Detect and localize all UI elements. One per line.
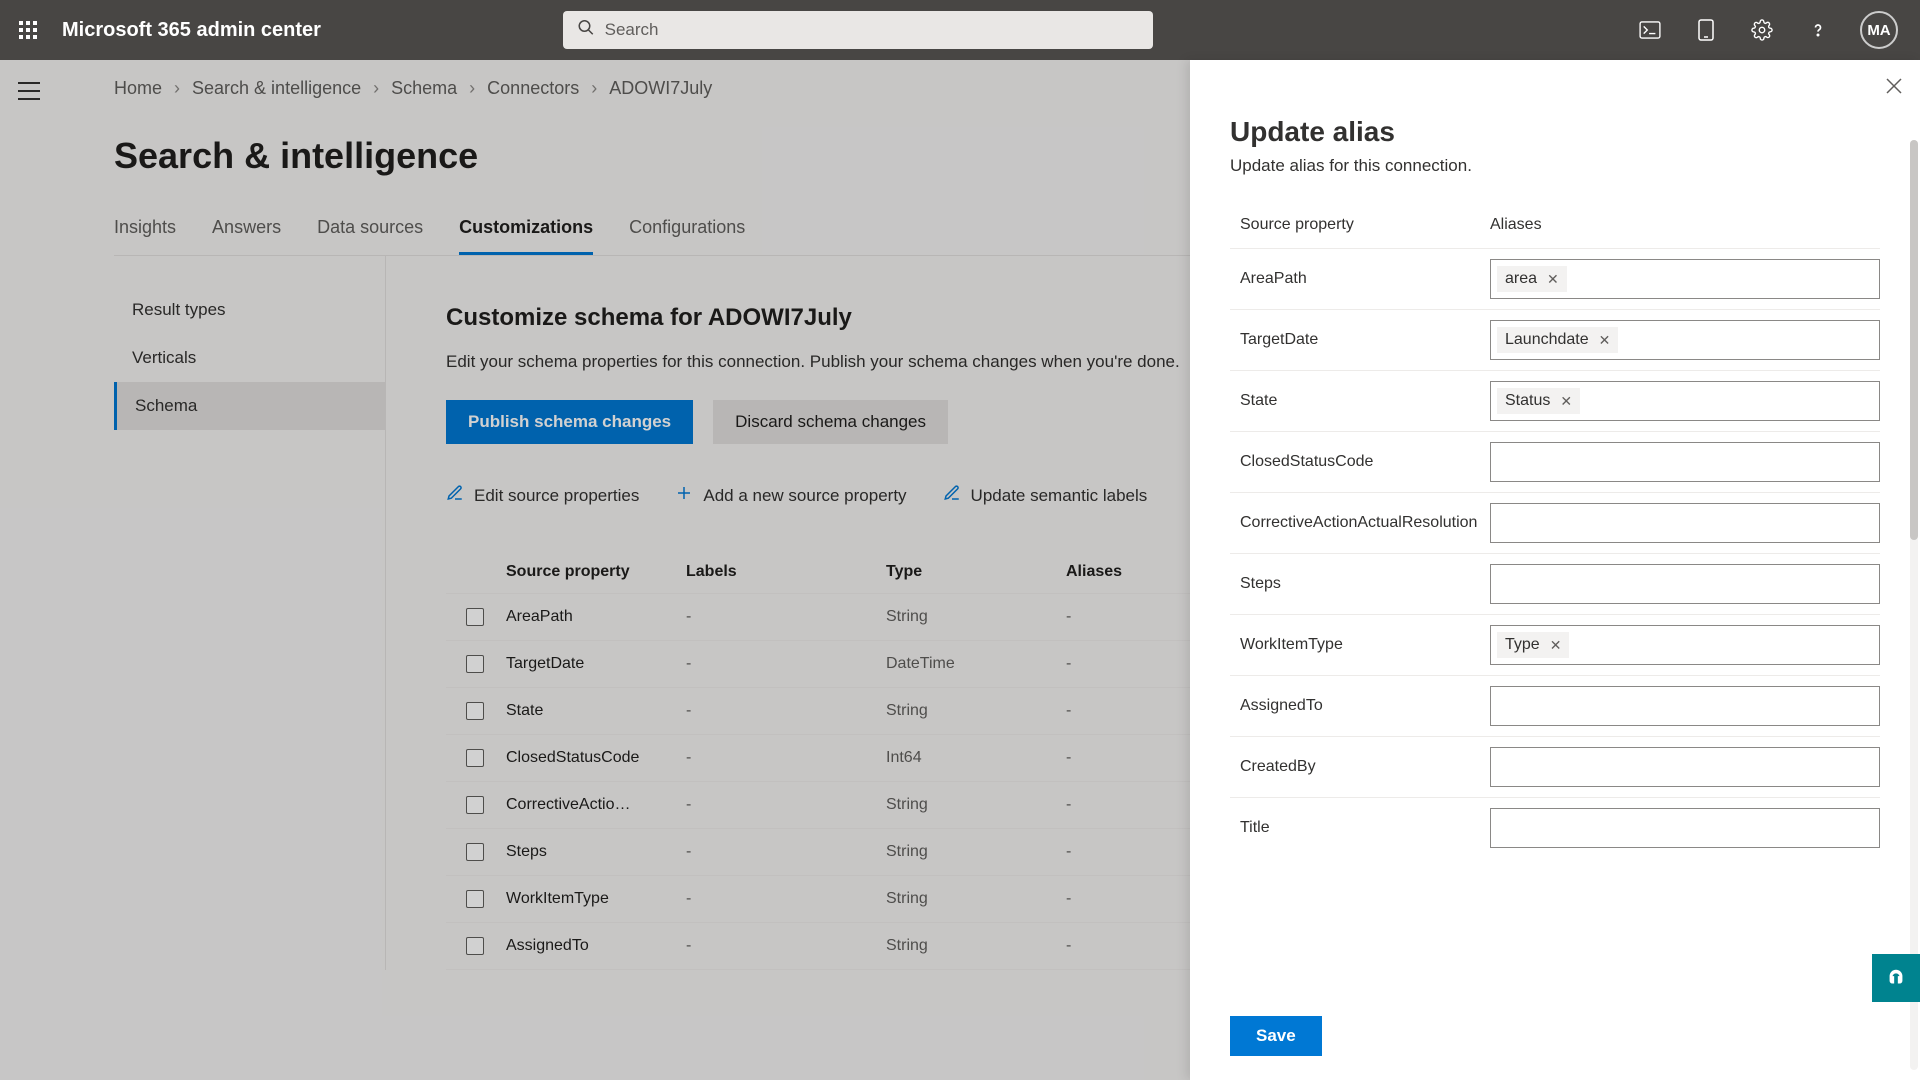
alias-prop: TargetDate [1240, 331, 1490, 349]
alias-input[interactable] [1490, 686, 1880, 726]
topbar-right: MA [1636, 11, 1908, 49]
alias-input[interactable]: Launchdate✕ [1490, 320, 1880, 360]
alias-prop: CreatedBy [1240, 758, 1490, 776]
alias-row: AssignedTo [1230, 675, 1880, 736]
alias-tag: Launchdate✕ [1497, 327, 1618, 353]
search-input[interactable] [563, 11, 1153, 49]
alias-tag: area✕ [1497, 266, 1567, 292]
alias-table-header: Source property Aliases [1230, 216, 1880, 248]
app-title: Microsoft 365 admin center [62, 19, 321, 42]
alias-input[interactable]: Type✕ [1490, 625, 1880, 665]
alias-prop: WorkItemType [1240, 636, 1490, 654]
save-button[interactable]: Save [1230, 1016, 1322, 1056]
help-icon[interactable] [1804, 16, 1832, 44]
alias-col-aliases: Aliases [1490, 216, 1880, 234]
alias-input[interactable] [1490, 564, 1880, 604]
alias-input[interactable] [1490, 808, 1880, 848]
alias-row: TargetDate Launchdate✕ [1230, 309, 1880, 370]
panel-subtitle: Update alias for this connection. [1230, 156, 1880, 176]
mobile-icon[interactable] [1692, 16, 1720, 44]
alias-row: Steps [1230, 553, 1880, 614]
alias-input[interactable] [1490, 747, 1880, 787]
alias-prop: AreaPath [1240, 270, 1490, 288]
alias-prop: State [1240, 392, 1490, 410]
page: Home › Search & intelligence › Schema › … [0, 60, 1920, 1080]
shell-icon[interactable] [1636, 16, 1664, 44]
alias-prop: CorrectiveActionActualResolution [1240, 514, 1490, 532]
panel-footer: Save [1190, 1000, 1920, 1080]
alias-row: State Status✕ [1230, 370, 1880, 431]
alias-row: AreaPath area✕ [1230, 248, 1880, 309]
alias-input[interactable] [1490, 442, 1880, 482]
avatar[interactable]: MA [1860, 11, 1898, 49]
alias-row: CreatedBy [1230, 736, 1880, 797]
side-panel: Update alias Update alias for this conne… [1190, 60, 1920, 1080]
help-fab[interactable] [1872, 954, 1920, 1002]
alias-prop: ClosedStatusCode [1240, 453, 1490, 471]
alias-prop: Steps [1240, 575, 1490, 593]
search-icon [577, 19, 595, 42]
topbar: Microsoft 365 admin center MA [0, 0, 1920, 60]
alias-row: ClosedStatusCode [1230, 431, 1880, 492]
app-launcher-icon[interactable] [12, 14, 44, 46]
search-wrap [563, 11, 1153, 49]
alias-row: Title [1230, 797, 1880, 858]
remove-tag-icon[interactable]: ✕ [1560, 393, 1572, 410]
close-icon[interactable] [1886, 78, 1902, 99]
alias-tag: Status✕ [1497, 388, 1580, 414]
scrollbar[interactable] [1910, 140, 1918, 1070]
alias-input[interactable] [1490, 503, 1880, 543]
alias-tag: Type✕ [1497, 632, 1569, 658]
alias-input[interactable]: Status✕ [1490, 381, 1880, 421]
alias-prop: AssignedTo [1240, 697, 1490, 715]
remove-tag-icon[interactable]: ✕ [1599, 332, 1611, 349]
alias-col-source: Source property [1240, 216, 1490, 234]
alias-row: CorrectiveActionActualResolution [1230, 492, 1880, 553]
alias-table: Source property Aliases AreaPath area✕ T… [1230, 216, 1880, 858]
remove-tag-icon[interactable]: ✕ [1547, 271, 1559, 288]
alias-row: WorkItemType Type✕ [1230, 614, 1880, 675]
gear-icon[interactable] [1748, 16, 1776, 44]
alias-input[interactable]: area✕ [1490, 259, 1880, 299]
alias-prop: Title [1240, 819, 1490, 837]
panel-title: Update alias [1230, 116, 1880, 148]
remove-tag-icon[interactable]: ✕ [1550, 637, 1562, 654]
